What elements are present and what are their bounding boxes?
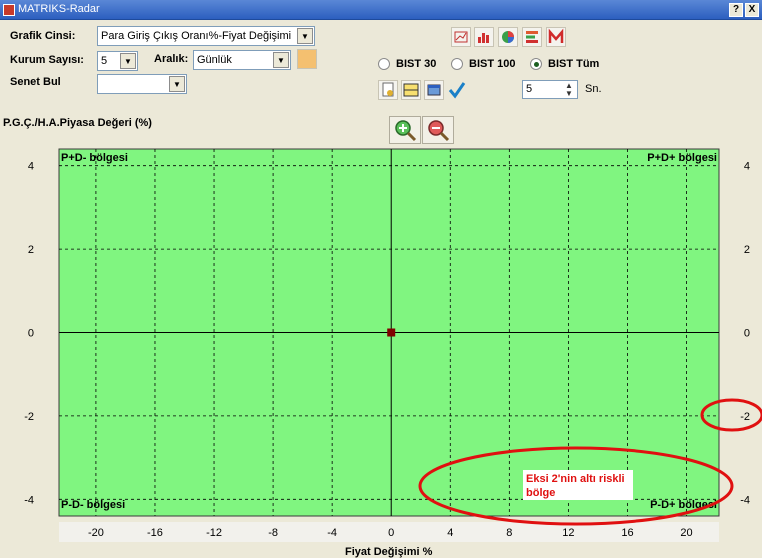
interval-select[interactable]: Günlük ▼ xyxy=(193,50,291,70)
y-tick-label-left: 0 xyxy=(28,328,34,340)
interval-label: Aralık: xyxy=(154,53,189,65)
chevron-down-icon[interactable]: ▼ xyxy=(297,28,313,44)
interval-value: Günlük xyxy=(197,54,232,66)
radio-dot[interactable] xyxy=(451,58,463,71)
y-tick-label-left: -2 xyxy=(24,411,34,423)
help-button[interactable]: ? xyxy=(729,3,743,17)
radio-dot[interactable] xyxy=(378,58,390,71)
chevron-down-icon[interactable]: ▼ xyxy=(273,52,289,68)
chart-icon[interactable] xyxy=(451,27,471,47)
y-tick-label-right: 0 xyxy=(744,328,750,340)
window-icon[interactable] xyxy=(424,80,444,100)
quadrant-label-bottom-right: P-D+ bölgesi xyxy=(650,499,717,511)
export-icon[interactable] xyxy=(297,49,317,69)
x-tick-label: 8 xyxy=(506,527,512,539)
count-select[interactable]: 5 ▼ xyxy=(97,51,138,71)
seconds-stepper[interactable]: 5 ▲ ▼ xyxy=(522,80,578,99)
count-label: Kurum Sayısı: xyxy=(10,54,84,66)
table-icon[interactable] xyxy=(401,80,421,100)
quadrant-label-bottom-left: P-D- bölgesi xyxy=(61,499,125,511)
chevron-down-icon[interactable]: ▼ xyxy=(120,53,136,69)
chart-type-label: Grafik Cinsi: xyxy=(10,30,76,42)
annotation-text-line2: bölge xyxy=(526,487,555,499)
y-tick-label-left: -4 xyxy=(24,494,34,506)
find-select[interactable]: ▼ xyxy=(97,74,187,94)
report-icon[interactable] xyxy=(378,80,398,100)
radio-bist100[interactable]: BIST 100 xyxy=(451,58,515,71)
annotation-text-line1: Eksi 2'nin altı riskli xyxy=(526,473,625,485)
quadrant-label-top-left: P+D- bölgesi xyxy=(61,152,128,164)
app-icon xyxy=(3,4,15,16)
y-tick-label-right: 2 xyxy=(744,244,750,256)
radio-dot[interactable] xyxy=(530,58,542,71)
x-axis-title: Fiyat Değişimi % xyxy=(345,546,433,558)
seconds-unit: Sn. xyxy=(585,83,602,95)
y-tick-label-right: -4 xyxy=(740,494,750,506)
list-icon[interactable] xyxy=(522,27,542,47)
chevron-down-icon[interactable]: ▼ xyxy=(169,76,185,92)
radar-chart: -20 -16 -12 -8 -4 0 4 8 12 16 204 42 20 0-2 -2-4 -4P+D-… xyxy=(24,148,762,542)
x-tick-label: -4 xyxy=(327,527,337,539)
arrow-down-icon[interactable]: ▼ xyxy=(565,90,575,98)
close-button[interactable]: X xyxy=(745,3,759,17)
y-tick-label-right: 4 xyxy=(744,161,750,173)
x-tick-label: 12 xyxy=(562,527,574,539)
x-tick-label: 4 xyxy=(447,527,453,539)
x-tick-label: -16 xyxy=(147,527,163,539)
x-tick-label: 0 xyxy=(388,527,394,539)
data-point xyxy=(387,328,396,337)
pie-chart-icon[interactable] xyxy=(498,27,518,47)
find-label: Senet Bul xyxy=(10,76,61,88)
control-panel: Grafik Cinsi: Para Giriş Çıkış Oranı%-Fi… xyxy=(0,20,762,110)
count-value: 5 xyxy=(101,55,108,67)
window-title: MATRIKS-Radar xyxy=(18,3,100,15)
x-tick-label: -12 xyxy=(206,527,222,539)
radio-bist30[interactable]: BIST 30 xyxy=(378,58,436,71)
chart-type-value: Para Giriş Çıkış Oranı%-Fiyat Değişimi xyxy=(101,30,292,42)
radio-bist-tum[interactable]: BIST Tüm xyxy=(530,58,599,71)
bar-chart-icon[interactable] xyxy=(474,27,494,47)
x-tick-label: -20 xyxy=(88,527,104,539)
title-bar: MATRIKS-Radar ? X xyxy=(0,0,762,20)
x-tick-label: 20 xyxy=(680,527,692,539)
x-tick-label: -8 xyxy=(268,527,278,539)
y-tick-label-left: 4 xyxy=(28,161,34,173)
chart-type-select[interactable]: Para Giriş Çıkış Oranı%-Fiyat Değişimi ▼ xyxy=(97,26,315,46)
check-icon[interactable] xyxy=(447,80,467,100)
y-tick-label-right: -2 xyxy=(740,411,750,423)
y-tick-label-left: 2 xyxy=(28,244,34,256)
seconds-value: 5 xyxy=(526,83,533,95)
mail-icon[interactable] xyxy=(546,27,566,47)
x-tick-label: 16 xyxy=(621,527,633,539)
quadrant-label-top-right: P+D+ bölgesi xyxy=(647,152,717,164)
